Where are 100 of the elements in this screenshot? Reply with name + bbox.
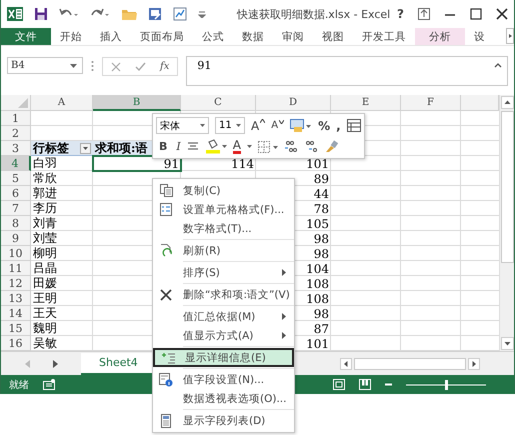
- insert-function-button[interactable]: fx: [160, 61, 170, 72]
- ribbon-tab[interactable]: 公式: [193, 28, 233, 45]
- next-sheet-icon[interactable]: [53, 360, 59, 368]
- ribbon-display-icon[interactable]: [418, 8, 430, 20]
- menu-item[interactable]: 显示字段列表(D): [153, 411, 294, 430]
- row-header[interactable]: 8: [1, 216, 31, 231]
- column-header[interactable]: C: [181, 95, 256, 111]
- check-icon[interactable]: [135, 62, 146, 72]
- row-header[interactable]: 3: [1, 141, 31, 156]
- column-header[interactable]: E: [331, 95, 401, 111]
- chart-window-icon[interactable]: [173, 7, 187, 21]
- ribbon-tab[interactable]: 插入: [91, 28, 131, 45]
- vertical-scrollbar[interactable]: [499, 95, 514, 351]
- row-header[interactable]: 15: [1, 321, 31, 336]
- increase-font-button[interactable]: A: [251, 118, 266, 132]
- ribbon-tab[interactable]: 开发工具: [353, 28, 415, 45]
- scroll-right-icon[interactable]: [468, 358, 480, 370]
- grip-icon: [91, 60, 94, 72]
- delete-icon: [160, 288, 172, 300]
- caret-icon: [70, 64, 77, 68]
- ribbon-tab[interactable]: 数据: [233, 28, 273, 45]
- ribbon-tab[interactable]: 设: [465, 28, 494, 45]
- increase-decimal-icon[interactable]: [284, 140, 298, 153]
- row-header[interactable]: 1: [1, 111, 31, 126]
- ribbon-tab[interactable]: 分析: [415, 28, 465, 45]
- ribbon-tab[interactable]: 文件: [1, 28, 51, 45]
- menu-item[interactable]: 删除“求和项:语文”(V): [153, 285, 294, 304]
- form-icon[interactable]: [148, 7, 162, 21]
- row-header[interactable]: 9: [1, 231, 31, 246]
- row-header[interactable]: 4: [1, 156, 31, 171]
- macro-record-icon[interactable]: [43, 379, 55, 390]
- menu-item[interactable]: 数字格式(T)...: [153, 219, 294, 238]
- row-header[interactable]: 12: [1, 276, 31, 291]
- maximize-icon[interactable]: [470, 8, 482, 20]
- scroll-left-icon[interactable]: [340, 358, 352, 370]
- menu-item[interactable]: 数据透视表选项(O)...: [153, 389, 294, 408]
- page-layout-icon[interactable]: [359, 379, 371, 390]
- field-settings-icon: [159, 372, 173, 386]
- row-header[interactable]: 11: [1, 261, 31, 276]
- ribbon-tab[interactable]: 视图: [313, 28, 353, 45]
- row-header[interactable]: 13: [1, 291, 31, 306]
- menu-item[interactable]: 复制(C): [153, 181, 294, 200]
- zoom-slider-thumb[interactable]: [444, 380, 448, 390]
- submenu-arrow-icon: [282, 269, 286, 276]
- ribbon-tab[interactable]: 开始: [51, 28, 91, 45]
- row-header[interactable]: 5: [1, 171, 31, 186]
- row-header[interactable]: 10: [1, 246, 31, 261]
- column-header[interactable]: A: [31, 95, 93, 111]
- close-icon[interactable]: [496, 8, 508, 20]
- row-header[interactable]: 16: [1, 336, 31, 351]
- row-header[interactable]: 6: [1, 186, 31, 201]
- scroll-down-icon[interactable]: [500, 337, 514, 350]
- menu-item[interactable]: 值字段设置(N)...: [153, 370, 294, 389]
- scroll-right-icon[interactable]: [506, 28, 514, 44]
- row-header[interactable]: 2: [1, 126, 31, 141]
- font-color-button[interactable]: A: [232, 139, 241, 154]
- borders-icon[interactable]: [258, 140, 278, 152]
- table-format-icon[interactable]: [346, 119, 361, 132]
- font-name-field[interactable]: 宋体: [156, 117, 209, 134]
- bold-button[interactable]: B: [156, 140, 170, 153]
- center-align-icon[interactable]: [186, 142, 199, 152]
- collapse-caret-icon[interactable]: [494, 63, 502, 68]
- formula-field[interactable]: 91: [186, 56, 508, 86]
- table-cell: 44: [314, 186, 329, 200]
- help-button[interactable]: ?: [397, 7, 404, 21]
- caret-icon[interactable]: [246, 145, 252, 148]
- menu-item[interactable]: 排序(S): [153, 263, 294, 282]
- menu-item[interactable]: 值汇总依据(M): [153, 307, 294, 326]
- font-size-field[interactable]: 11: [215, 117, 245, 134]
- italic-button[interactable]: I: [176, 140, 181, 153]
- format-cells-icon: [160, 203, 172, 216]
- column-header[interactable]: D: [256, 95, 331, 111]
- field-list-icon: [161, 414, 171, 428]
- menu-item[interactable]: 刷新(R): [153, 241, 294, 260]
- table-cell: 李历: [33, 200, 57, 217]
- row-header[interactable]: 14: [1, 306, 31, 321]
- column-header[interactable]: F: [401, 95, 461, 111]
- table-cell: 91: [164, 156, 179, 170]
- cell-styles-icon[interactable]: [290, 118, 312, 132]
- ribbon-tab[interactable]: 审阅: [273, 28, 313, 45]
- column-header[interactable]: B: [93, 95, 181, 111]
- save-icon[interactable]: [34, 7, 48, 21]
- filter-dropdown-icon[interactable]: [80, 143, 91, 154]
- normal-view-icon[interactable]: [333, 379, 345, 390]
- scroll-up-icon[interactable]: [500, 96, 514, 109]
- menu-item[interactable]: 值显示方式(A): [153, 326, 294, 345]
- menu-item[interactable]: 显示详细信息(E): [153, 348, 294, 367]
- row-header[interactable]: 7: [1, 201, 31, 216]
- decrease-decimal-icon[interactable]: [304, 140, 318, 153]
- name-box[interactable]: B4: [7, 57, 83, 74]
- ribbon-tab[interactable]: 页面布局: [131, 28, 193, 45]
- percent-button[interactable]: %: [318, 118, 330, 132]
- menu-item[interactable]: 设置单元格格式(F)...: [153, 200, 294, 219]
- fill-color-icon[interactable]: [204, 139, 227, 154]
- comma-style-button[interactable]: ,: [336, 118, 341, 132]
- decrease-font-button[interactable]: A: [271, 120, 284, 131]
- zoom-out-icon[interactable]: [385, 383, 392, 386]
- refresh-icon: [160, 244, 172, 258]
- table-cell: 87: [314, 322, 329, 336]
- customize-caret-icon[interactable]: [198, 10, 206, 18]
